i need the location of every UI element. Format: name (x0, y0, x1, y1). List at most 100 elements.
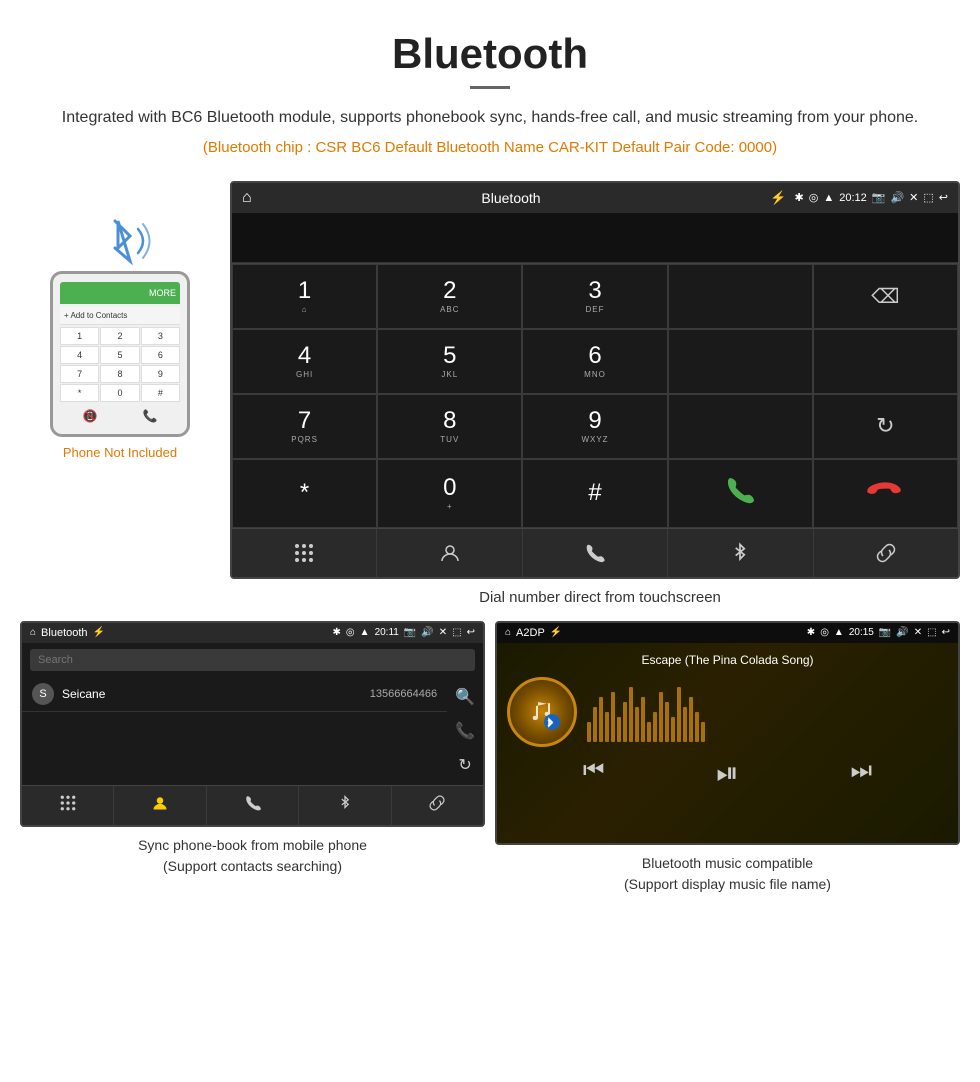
pb-screen-title: Bluetooth (41, 627, 87, 639)
nav-calls[interactable] (523, 529, 668, 577)
phone-mockup: MORE + Add to Contacts 1 2 3 4 5 6 7 8 9… (50, 271, 190, 437)
dial-key-0-sub: + (447, 502, 453, 511)
contacts-list: S Seicane 13566664466 (22, 677, 447, 785)
dial-caption: Dial number direct from touchscreen (0, 579, 980, 621)
dialpad-grid: 1 ⌂ 2 ABC 3 DEF ⌫ 4 GHI 5 JKL (232, 263, 958, 528)
dial-key-6[interactable]: 6 MNO (522, 329, 667, 394)
dial-key-hash[interactable]: # (522, 459, 667, 528)
dial-key-5[interactable]: 5 JKL (377, 329, 522, 394)
pb-nav-calls[interactable] (207, 786, 299, 825)
dial-key-empty-1 (668, 264, 813, 329)
page-header: Bluetooth Integrated with BC6 Bluetooth … (0, 0, 980, 171)
music-usb-icon: ⚡ (550, 627, 562, 638)
play-pause-button[interactable]: ⏯ (716, 757, 738, 790)
search-input[interactable] (30, 649, 475, 671)
dial-key-backspace[interactable]: ⌫ (813, 264, 958, 329)
dial-key-7-main: 7 (298, 409, 311, 433)
nav-contacts[interactable] (377, 529, 522, 577)
music-caption: Bluetooth music compatible (Support disp… (495, 853, 960, 895)
phone-key-3: 3 (141, 327, 180, 345)
dial-key-1-main: 1 (298, 279, 311, 303)
phonebook-search[interactable] (30, 649, 475, 671)
dial-key-1[interactable]: 1 ⌂ (232, 264, 377, 329)
phone-top-bar: MORE (60, 282, 180, 304)
dial-key-end-call[interactable] (813, 459, 958, 528)
dial-key-9[interactable]: 9 WXYZ (522, 394, 667, 459)
dial-key-1-sub: ⌂ (302, 305, 308, 314)
music-screen-title: A2DP (516, 627, 545, 639)
phone-dialpad: 1 2 3 4 5 6 7 8 9 * 0 # (60, 327, 180, 402)
pb-usb-icon: ⚡ (93, 627, 105, 638)
back-status-icon: ↩ (939, 191, 948, 204)
prev-button[interactable]: ⏮ (583, 757, 605, 790)
dial-key-empty-4 (668, 394, 813, 459)
phonebook-side-icons: 🔍 📞 ↻ (447, 677, 483, 785)
dial-key-2[interactable]: 2 ABC (377, 264, 522, 329)
bottom-screenshots: ⌂ Bluetooth ⚡ ✱ ◎ ▲ 20:11 📷 🔊 ✕ ⬚ ↩ (0, 621, 980, 915)
phone-bottom-bar: 📵 📞 (58, 406, 182, 426)
dial-key-call[interactable] (668, 459, 813, 528)
nav-dialpad[interactable] (232, 529, 377, 577)
pb-nav-link[interactable] (392, 786, 483, 825)
camera-status-icon: 📷 (872, 191, 886, 204)
dial-key-2-main: 2 (443, 279, 456, 303)
pb-bt-icon: ✱ (333, 627, 341, 638)
dial-key-5-sub: JKL (441, 370, 458, 379)
call-side-icon[interactable]: 📞 (455, 721, 475, 741)
status-icons: ✱ ◎ ▲ 20:12 📷 🔊 ✕ ⬚ ↩ (795, 191, 949, 204)
search-side-icon[interactable]: 🔍 (455, 687, 475, 707)
wifi-status-icon: ▲ (823, 192, 834, 204)
dial-key-3[interactable]: 3 DEF (522, 264, 667, 329)
dial-key-6-sub: MNO (584, 370, 606, 379)
page-title: Bluetooth (60, 30, 920, 78)
music-equalizer (587, 682, 948, 742)
music-body: Escape (The Pina Colada Song) (497, 643, 958, 810)
phone-not-included-label: Phone Not Included (63, 445, 177, 460)
bluetooth-signal-icon (80, 211, 160, 271)
dial-key-4[interactable]: 4 GHI (232, 329, 377, 394)
dial-key-empty-3 (813, 329, 958, 394)
music-win-icon: ⬚ (927, 627, 936, 638)
music-controls: ⏮ ⏯ ⏭ (507, 747, 948, 800)
contact-row-seicane[interactable]: S Seicane 13566664466 (22, 677, 447, 712)
dial-key-4-sub: GHI (296, 370, 313, 379)
main-content-area: MORE + Add to Contacts 1 2 3 4 5 6 7 8 9… (0, 171, 980, 579)
dial-key-star[interactable]: * (232, 459, 377, 528)
dial-key-8[interactable]: 8 TUV (377, 394, 522, 459)
dial-key-0[interactable]: 0 + (377, 459, 522, 528)
phonebook-bottom-nav (22, 785, 483, 825)
dial-key-7-sub: PQRS (291, 435, 318, 444)
phone-key-9: 9 (141, 365, 180, 383)
close-status-icon: ✕ (909, 191, 918, 204)
pb-nav-bluetooth[interactable] (299, 786, 391, 825)
nav-link[interactable] (814, 529, 958, 577)
next-button[interactable]: ⏭ (850, 757, 872, 790)
music-back-icon: ↩ (942, 627, 950, 638)
backspace-icon: ⌫ (871, 284, 899, 309)
phone-key-2: 2 (100, 327, 139, 345)
nav-bluetooth[interactable] (668, 529, 813, 577)
pb-nav-dialpad[interactable] (22, 786, 114, 825)
refresh-side-icon[interactable]: ↻ (458, 755, 471, 775)
phone-key-0: 0 (100, 384, 139, 402)
window-status-icon: ⬚ (923, 191, 933, 204)
dial-key-7[interactable]: 7 PQRS (232, 394, 377, 459)
pb-loc-icon: ◎ (346, 627, 355, 638)
dial-key-refresh[interactable]: ↻ (813, 394, 958, 459)
dial-key-9-main: 9 (588, 409, 601, 433)
phone-key-8: 8 (100, 365, 139, 383)
dial-bottom-nav (232, 528, 958, 577)
pb-nav-contacts[interactable] (114, 786, 206, 825)
dial-key-star-main: * (300, 481, 309, 505)
title-divider (470, 86, 510, 89)
header-description: Integrated with BC6 Bluetooth module, su… (60, 105, 920, 131)
music-loc-icon: ◎ (820, 627, 829, 638)
music-wifi-icon: ▲ (834, 627, 844, 638)
music-bt-icon: ✱ (807, 627, 815, 638)
music-album-art (507, 677, 577, 747)
phone-contact-bar: + Add to Contacts (60, 307, 180, 325)
dial-key-5-main: 5 (443, 344, 456, 368)
phone-key-7: 7 (60, 365, 99, 383)
dial-key-empty-2 (668, 329, 813, 394)
bluetooth-status-icon: ✱ (795, 191, 804, 204)
